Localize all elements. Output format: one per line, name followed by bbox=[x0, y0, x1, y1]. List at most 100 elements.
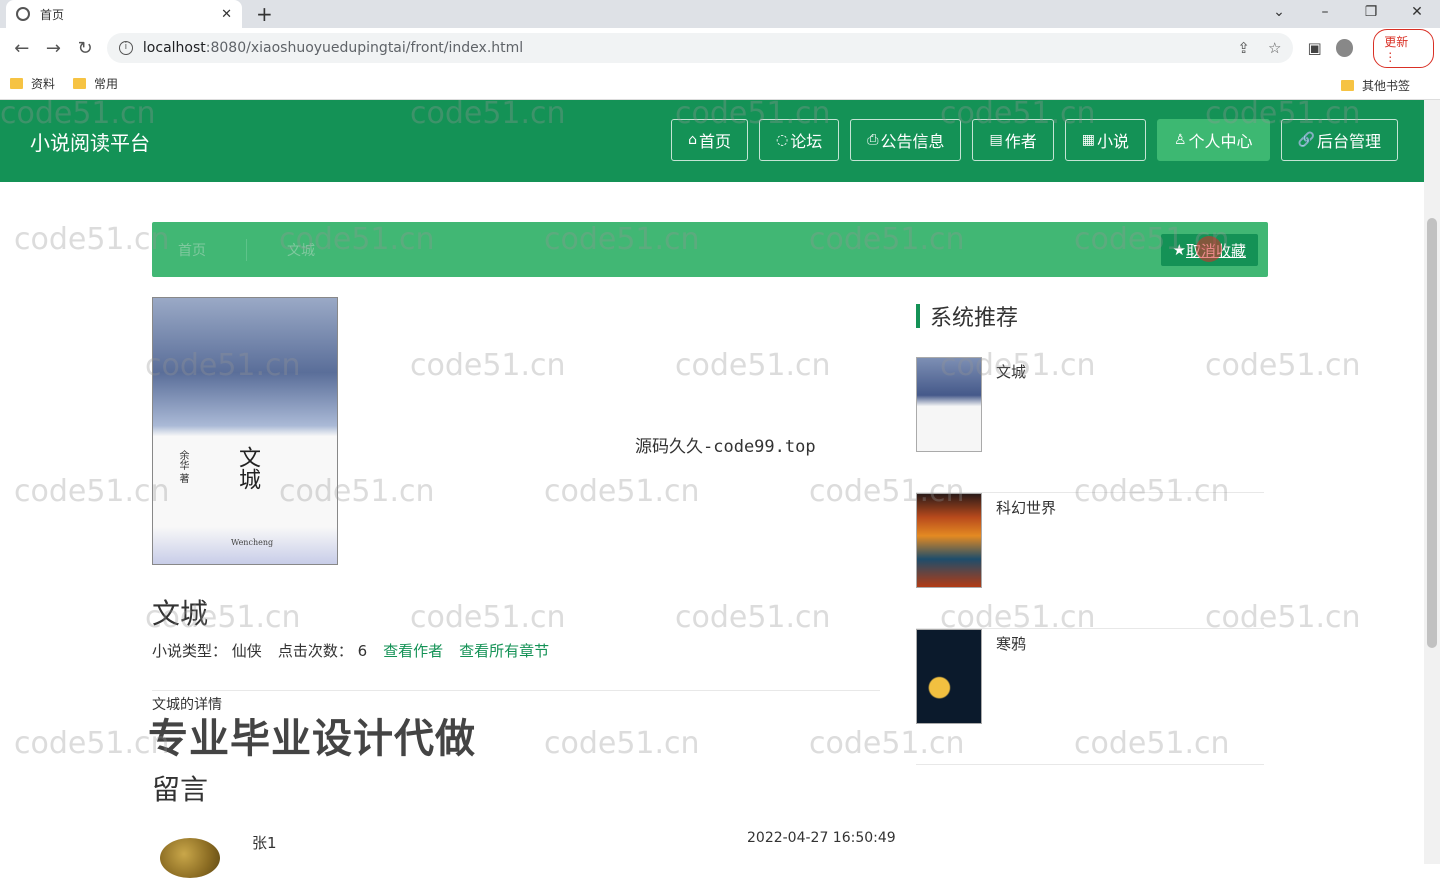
recommend-cover[interactable] bbox=[916, 629, 982, 724]
tab-search-icon[interactable]: ⌄ bbox=[1256, 0, 1302, 28]
folder-icon bbox=[10, 78, 23, 89]
nav-forum[interactable]: ◌ 论坛 bbox=[759, 119, 840, 161]
update-button[interactable]: 更新 ⋮ bbox=[1373, 28, 1435, 68]
nav-author[interactable]: ▤ 作者 bbox=[972, 119, 1054, 161]
recommend-name[interactable]: 寒鸦 bbox=[996, 633, 1026, 654]
bookmark-folder-changyong[interactable]: 常用 bbox=[73, 75, 118, 92]
view-author-link[interactable]: 查看作者 bbox=[383, 640, 443, 661]
recommend-cover[interactable] bbox=[916, 493, 982, 588]
bookmark-label: 资料 bbox=[31, 77, 56, 91]
nav-notice[interactable]: ⎙ 公告信息 bbox=[850, 119, 962, 161]
site-info-icon[interactable]: i bbox=[118, 41, 133, 55]
recommend-name[interactable]: 科幻世界 bbox=[996, 497, 1056, 518]
book-cover: 文城 余华 著 Wencheng bbox=[152, 297, 338, 565]
nav-label: 小说 bbox=[1096, 132, 1129, 151]
book-clicks: 点击次数： 6 bbox=[277, 642, 368, 660]
reload-icon[interactable]: ↻ bbox=[69, 38, 101, 59]
recommend-name[interactable]: 文城 bbox=[996, 361, 1026, 382]
book-type: 小说类型： 仙侠 bbox=[152, 642, 262, 660]
nav-label: 公告信息 bbox=[880, 132, 945, 151]
breadcrumb-divider bbox=[246, 238, 247, 261]
user-icon: ♙ bbox=[1173, 132, 1187, 148]
update-label: 更新 bbox=[1384, 34, 1409, 49]
view-chapters-link[interactable]: 查看所有章节 bbox=[459, 640, 549, 661]
recommend-cover[interactable] bbox=[916, 357, 982, 452]
url-host: localhost bbox=[142, 40, 206, 56]
folder-icon bbox=[73, 78, 87, 89]
other-bookmarks-label: 其他书签 bbox=[1361, 79, 1410, 93]
browser-tabbar: 首页 ✕ + ⌄ – ❐ ✕ bbox=[0, 0, 1440, 28]
breadcrumb-home[interactable]: 首页 bbox=[178, 240, 206, 260]
nav-admin[interactable]: 🔗 后台管理 bbox=[1280, 119, 1398, 161]
source-overlay-text: 源码久久-code99.top bbox=[635, 437, 816, 457]
url-input[interactable]: i localhost:8080/xiaoshuoyuedupingtai/fr… bbox=[106, 33, 1294, 63]
site-header: 小说阅读平台 ⌂ 首页 ◌ 论坛 ⎙ 公告信息 ▤ 作者 ▦ 小说 ♙ 个人中心 🔗 后台管理 bbox=[0, 100, 1424, 182]
globe-icon bbox=[16, 7, 30, 21]
notice-icon: ⎙ bbox=[867, 132, 879, 148]
scrollbar-thumb[interactable] bbox=[1427, 218, 1437, 648]
book-title: 文城 bbox=[152, 597, 209, 630]
profile-avatar-icon[interactable] bbox=[1335, 39, 1354, 57]
forward-icon[interactable]: → bbox=[38, 38, 70, 59]
watermark: code51.cn bbox=[14, 726, 170, 761]
other-bookmarks[interactable]: 其他书签 bbox=[1340, 77, 1410, 94]
watermark: code51.cn bbox=[675, 600, 831, 635]
recommend-item[interactable]: 文城 bbox=[916, 357, 1264, 493]
back-icon[interactable]: ← bbox=[6, 38, 38, 59]
nav-home[interactable]: ⌂ 首页 bbox=[671, 119, 749, 161]
title-accent-bar bbox=[916, 304, 920, 328]
watermark: code51.cn bbox=[14, 222, 170, 257]
message-section-title: 留言 bbox=[152, 773, 209, 806]
cursor-click-indicator bbox=[1196, 236, 1222, 262]
watermark: code51.cn bbox=[14, 474, 170, 509]
divider bbox=[152, 690, 880, 691]
tab-close-icon[interactable]: ✕ bbox=[221, 7, 232, 22]
book-icon: ▦ bbox=[1081, 132, 1095, 148]
cover-title: 文城 bbox=[235, 446, 260, 490]
book-meta: 小说类型： 仙侠 点击次数： 6 查看作者 查看所有章节 bbox=[152, 640, 549, 661]
nav-label: 论坛 bbox=[790, 132, 823, 151]
message-time: 2022-04-27 16:50:49 bbox=[747, 830, 896, 846]
avatar bbox=[160, 838, 220, 878]
promo-overlay-text: 专业毕业设计代做 bbox=[148, 716, 476, 762]
tab-title: 首页 bbox=[40, 7, 65, 22]
share-icon[interactable]: ⇪ bbox=[1237, 39, 1250, 57]
recommend-item[interactable]: 寒鸦 bbox=[916, 629, 1264, 765]
recommend-item[interactable]: 科幻世界 bbox=[916, 493, 1264, 629]
breadcrumb-current: 文城 bbox=[287, 242, 315, 259]
browser-tab[interactable]: 首页 ✕ bbox=[6, 0, 242, 28]
window-controls: ⌄ – ❐ ✕ bbox=[1256, 0, 1440, 28]
watermark: code51.cn bbox=[544, 726, 700, 761]
message-user: 张1 bbox=[252, 834, 277, 852]
author-icon: ▤ bbox=[989, 132, 1003, 148]
watermark: code51.cn bbox=[544, 474, 700, 509]
nav-label: 后台管理 bbox=[1316, 132, 1381, 151]
window-close-icon[interactable]: ✕ bbox=[1394, 0, 1440, 28]
main-nav: ⌂ 首页 ◌ 论坛 ⎙ 公告信息 ▤ 作者 ▦ 小说 ♙ 个人中心 🔗 后台管理 bbox=[671, 119, 1398, 161]
watermark: code51.cn bbox=[410, 600, 566, 635]
nav-personal-center[interactable]: ♙ 个人中心 bbox=[1156, 119, 1270, 161]
bookmark-label: 常用 bbox=[94, 77, 119, 91]
site-logo[interactable]: 小说阅读平台 bbox=[30, 127, 150, 156]
bookmarks-bar: 资料 常用 其他书签 bbox=[0, 68, 1440, 100]
nav-novel[interactable]: ▦ 小说 bbox=[1064, 119, 1146, 161]
minimize-icon[interactable]: – bbox=[1302, 0, 1348, 28]
recommend-title: 系统推荐 bbox=[916, 300, 1018, 332]
folder-icon bbox=[1340, 80, 1354, 91]
bookmark-star-icon[interactable]: ☆ bbox=[1268, 39, 1281, 57]
cover-author: 余华 著 bbox=[177, 450, 188, 484]
address-bar: ← → ↻ i localhost:8080/xiaoshuoyueduping… bbox=[0, 28, 1440, 68]
cover-english-title: Wencheng bbox=[231, 538, 274, 547]
restore-icon[interactable]: ❐ bbox=[1348, 0, 1394, 28]
breadcrumb: 首页 文城 ★取消收藏 bbox=[152, 222, 1268, 277]
star-icon: ★ bbox=[1172, 241, 1186, 259]
new-tab-icon[interactable]: + bbox=[256, 2, 273, 26]
side-panel-icon[interactable]: ▣ bbox=[1307, 39, 1321, 57]
bookmark-folder-ziliao[interactable]: 资料 bbox=[10, 75, 55, 92]
link-icon: 🔗 bbox=[1297, 132, 1315, 148]
url-path: :8080/xiaoshuoyuedupingtai/front/index.h… bbox=[205, 40, 524, 56]
home-icon: ⌂ bbox=[688, 132, 697, 148]
watermark: code51.cn bbox=[675, 348, 831, 383]
forum-icon: ◌ bbox=[776, 132, 789, 148]
page-scrollbar[interactable] bbox=[1424, 100, 1440, 864]
